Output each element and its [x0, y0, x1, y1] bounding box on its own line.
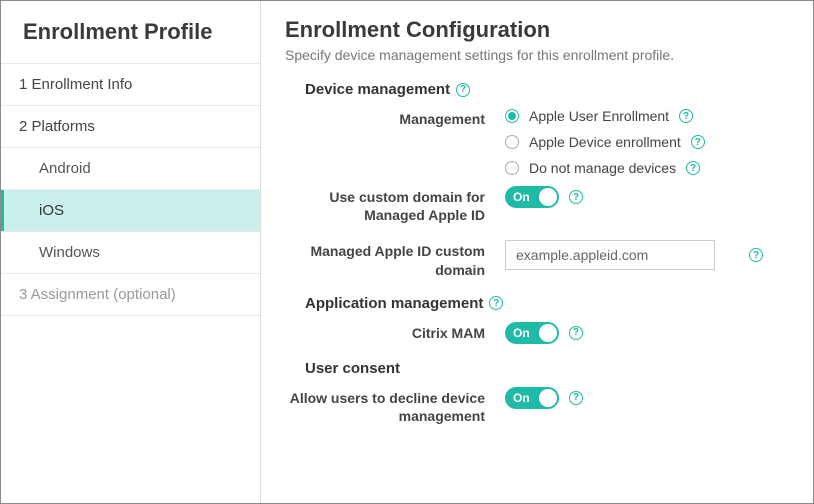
radio-icon	[505, 135, 519, 149]
input-managed-apple-id-domain[interactable]	[505, 240, 715, 270]
radio-option-apple-user[interactable]: Apple User Enrollment	[505, 108, 789, 124]
radio-option-apple-device[interactable]: Apple Device enrollment	[505, 134, 789, 150]
sidebar-title: Enrollment Profile	[1, 1, 260, 63]
help-icon[interactable]	[489, 296, 503, 310]
label-citrix-mam: Citrix MAM	[285, 322, 505, 342]
sidebar-step-assignment[interactable]: 3 Assignment (optional)	[1, 273, 260, 316]
section-application-management: Application management	[305, 295, 789, 312]
help-icon[interactable]	[749, 248, 763, 262]
help-icon[interactable]	[691, 135, 705, 149]
section-device-management-label: Device management	[305, 81, 450, 98]
help-icon[interactable]	[569, 326, 583, 340]
radio-option-no-manage[interactable]: Do not manage devices	[505, 160, 789, 176]
row-domain-input: Managed Apple ID custom domain	[285, 240, 789, 278]
toggle-citrix-mam[interactable]: On	[505, 322, 559, 344]
row-decline-management: Allow users to decline device management…	[285, 387, 789, 425]
label-decline-management: Allow users to decline device management	[285, 387, 505, 425]
page-title: Enrollment Configuration	[285, 17, 789, 43]
sidebar-platform-ios[interactable]: iOS	[1, 189, 260, 231]
label-management: Management	[285, 108, 505, 128]
section-user-consent: User consent	[305, 360, 789, 377]
sidebar-step-platforms[interactable]: 2 Platforms	[1, 105, 260, 147]
help-icon[interactable]	[456, 83, 470, 97]
sidebar: Enrollment Profile 1 Enrollment Info 2 P…	[1, 1, 261, 503]
help-icon[interactable]	[686, 161, 700, 175]
row-citrix-mam: Citrix MAM On	[285, 322, 789, 344]
section-device-management: Device management	[305, 81, 789, 98]
page-subtitle: Specify device management settings for t…	[285, 47, 789, 63]
sidebar-platform-windows[interactable]: Windows	[1, 231, 260, 273]
help-icon[interactable]	[569, 190, 583, 204]
toggle-decline-management[interactable]: On	[505, 387, 559, 409]
radio-icon	[505, 109, 519, 123]
radio-icon	[505, 161, 519, 175]
radio-label: Do not manage devices	[529, 160, 676, 176]
radio-label: Apple User Enrollment	[529, 108, 669, 124]
radio-label: Apple Device enrollment	[529, 134, 681, 150]
help-icon[interactable]	[569, 391, 583, 405]
main-panel: Enrollment Configuration Specify device …	[261, 1, 813, 503]
toggle-custom-domain[interactable]: On	[505, 186, 559, 208]
label-custom-domain: Use custom domain for Managed Apple ID	[285, 186, 505, 224]
section-user-consent-label: User consent	[305, 360, 400, 377]
app-frame: Enrollment Profile 1 Enrollment Info 2 P…	[0, 0, 814, 504]
sidebar-platform-android[interactable]: Android	[1, 147, 260, 189]
help-icon[interactable]	[679, 109, 693, 123]
row-management: Management Apple User Enrollment Apple D…	[285, 108, 789, 176]
row-custom-domain-toggle: Use custom domain for Managed Apple ID O…	[285, 186, 789, 224]
sidebar-step-enrollment-info[interactable]: 1 Enrollment Info	[1, 63, 260, 105]
section-application-management-label: Application management	[305, 295, 483, 312]
label-domain-input: Managed Apple ID custom domain	[285, 240, 505, 278]
